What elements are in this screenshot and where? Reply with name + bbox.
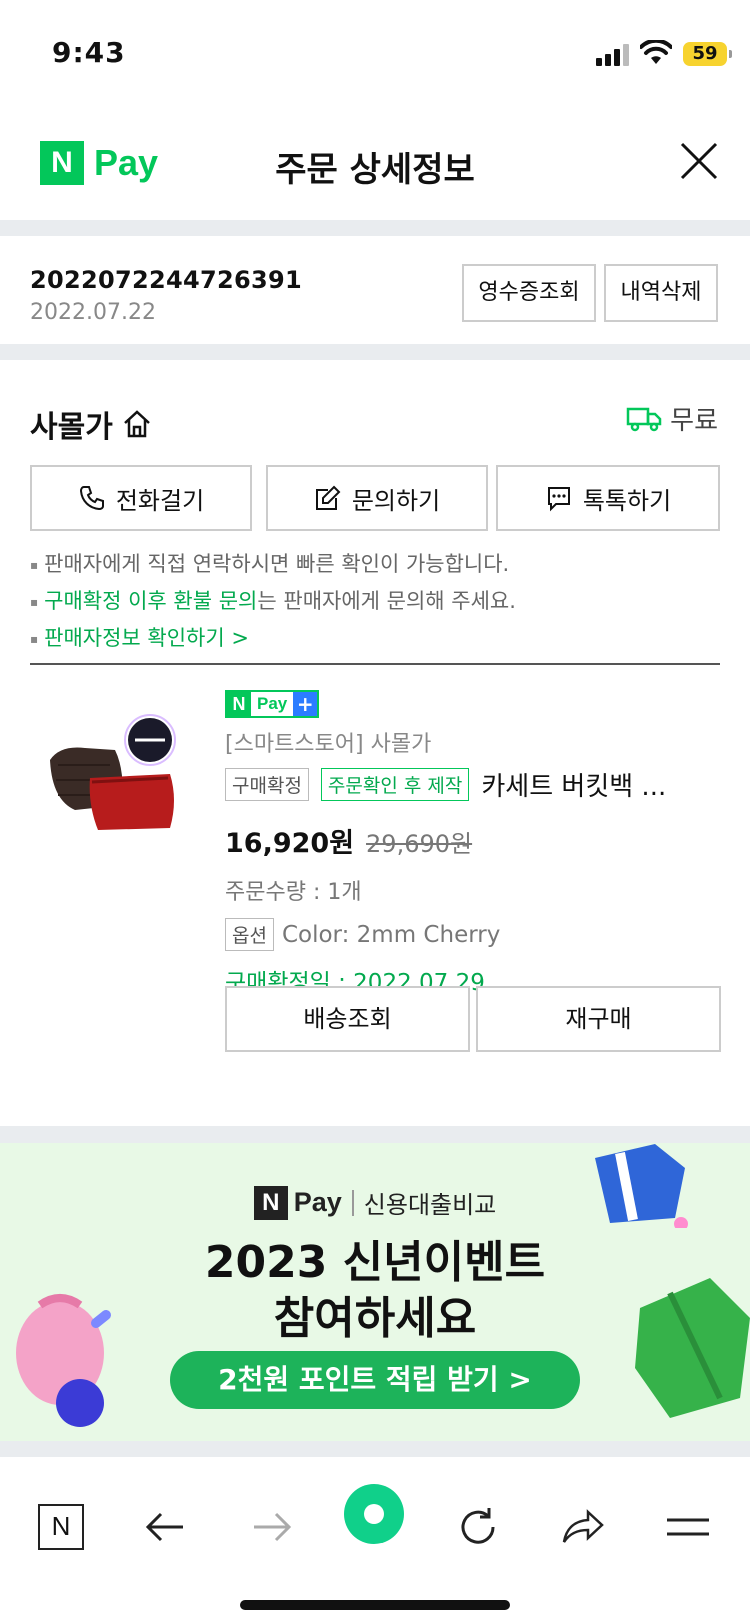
naver-home-icon[interactable]: N [38,1504,84,1550]
toolbar-divider [0,1441,750,1457]
section-divider [0,1126,750,1143]
order-summary: 2022072244726391 2022.07.22 영수증조회 내역삭제 [0,236,750,344]
tracking-button[interactable]: 배송조회 [225,986,470,1052]
home-indicator[interactable] [240,1600,510,1610]
purchase-confirmed-tag: 구매확정 [225,768,309,801]
refresh-icon[interactable] [455,1504,501,1550]
note-contact: 판매자에게 직접 연락하시면 빠른 확인이 가능합니다. [30,546,516,583]
shipping-fee-text: 무료 [670,406,718,436]
menu-icon[interactable] [665,1504,711,1550]
banner-n-icon: N [253,1185,288,1220]
product-name[interactable]: 카세트 버킷백 ... [481,766,666,803]
banner-headline-line2: 참여하세요 [273,1293,477,1344]
status-time: 9:43 [52,36,126,69]
seller-notes: 판매자에게 직접 연락하시면 빠른 확인이 가능합니다. 구매확정 이후 환불 … [30,546,516,657]
truck-icon [626,407,662,431]
original-price: 29,690원 [366,830,473,858]
call-button[interactable]: 전화걸기 [30,465,252,531]
page-header: N Pay 주문 상세정보 [0,112,750,220]
note-seller-info: 판매자정보 확인하기 > [30,620,516,657]
price-row: 16,920원 29,690원 [225,821,725,860]
store-name: [스마트스토어] 사몰가 [225,732,432,757]
sale-price: 16,920원 [225,828,355,859]
rebuy-button[interactable]: 재구매 [476,986,721,1052]
product-info: N Pay + [스마트스토어] 사몰가 구매확정 주문확인 후 제작 카세트 … [225,690,725,997]
plus-icon: + [293,692,318,716]
inquiry-button[interactable]: 문의하기 [266,465,488,531]
badge-pay: Pay [257,694,288,713]
receipt-button[interactable]: 영수증조회 [462,264,596,322]
product-title-row: 구매확정 주문확인 후 제작 카세트 버킷백 ... [225,766,725,803]
order-date: 2022.07.22 [30,300,156,325]
green-dot-icon[interactable] [343,1483,405,1545]
shipping-fee: 무료 [626,400,718,437]
banner-cta-button[interactable]: 2천원 포인트 적립 받기 > [170,1351,580,1409]
section-divider [0,220,750,236]
share-icon[interactable] [560,1504,606,1550]
chat-icon [547,487,570,512]
seller-name-link[interactable]: 사몰가 [30,402,153,446]
edit-icon [315,485,341,510]
option-tag: 옵션 [225,918,274,951]
forward-arrow-icon[interactable] [248,1504,294,1550]
event-banner[interactable]: N Pay 신용대출비교 2023 신년이벤트 참여하세요 2천원 포인트 적립… [0,1143,750,1441]
option-row: 옵션 Color: 2mm Cherry [225,918,725,951]
talktalk-button[interactable]: 톡톡하기 [496,465,720,531]
banner-brand-divider [351,1189,354,1216]
inquiry-label: 문의하기 [351,486,441,515]
banner-brand: N Pay 신용대출비교 [0,1185,750,1220]
banner-headline-line1: 2023 신년이벤트 [204,1237,546,1288]
browser-toolbar: N [0,1458,750,1598]
banner-headline: 2023 신년이벤트 참여하세요 [0,1235,750,1347]
phone-icon [79,486,104,511]
made-to-order-tag: 주문확인 후 제작 [320,768,470,801]
order-quantity: 주문수량 : 1개 [225,880,362,905]
option-value: Color: 2mm Cherry [281,921,501,948]
seller-name: 사몰가 [30,410,113,445]
delete-history-button[interactable]: 내역삭제 [604,264,718,322]
talktalk-label: 톡톡하기 [582,486,672,515]
note-refund: 구매확정 이후 환불 문의는 판매자에게 문의해 주세요. [30,583,516,620]
store-home-icon [123,410,150,438]
back-arrow-icon[interactable] [143,1504,189,1550]
cellular-signal-icon [596,44,630,66]
call-label: 전화걸기 [115,486,205,515]
section-divider [0,344,750,360]
close-icon[interactable] [678,140,720,182]
status-bar: 9:43 59 [0,0,750,100]
npay-plus-badge: N Pay + [225,690,320,718]
seller-info-link[interactable]: 판매자정보 확인하기 > [44,626,249,650]
page-title: 주문 상세정보 [275,150,475,190]
note-refund-rest: 는 판매자에게 문의해 주세요. [257,589,516,613]
banner-pay-text: Pay [293,1187,342,1217]
wifi-icon [640,40,672,64]
banner-subtitle: 신용대출비교 [363,1191,497,1219]
badge-n: N [227,692,251,716]
order-number: 2022072244726391 [30,266,302,294]
product-thumbnail[interactable] [40,710,190,840]
seller-divider [30,663,720,665]
refund-inquiry-link[interactable]: 구매확정 이후 환불 문의 [44,589,257,613]
battery-icon: 59 [683,42,732,66]
